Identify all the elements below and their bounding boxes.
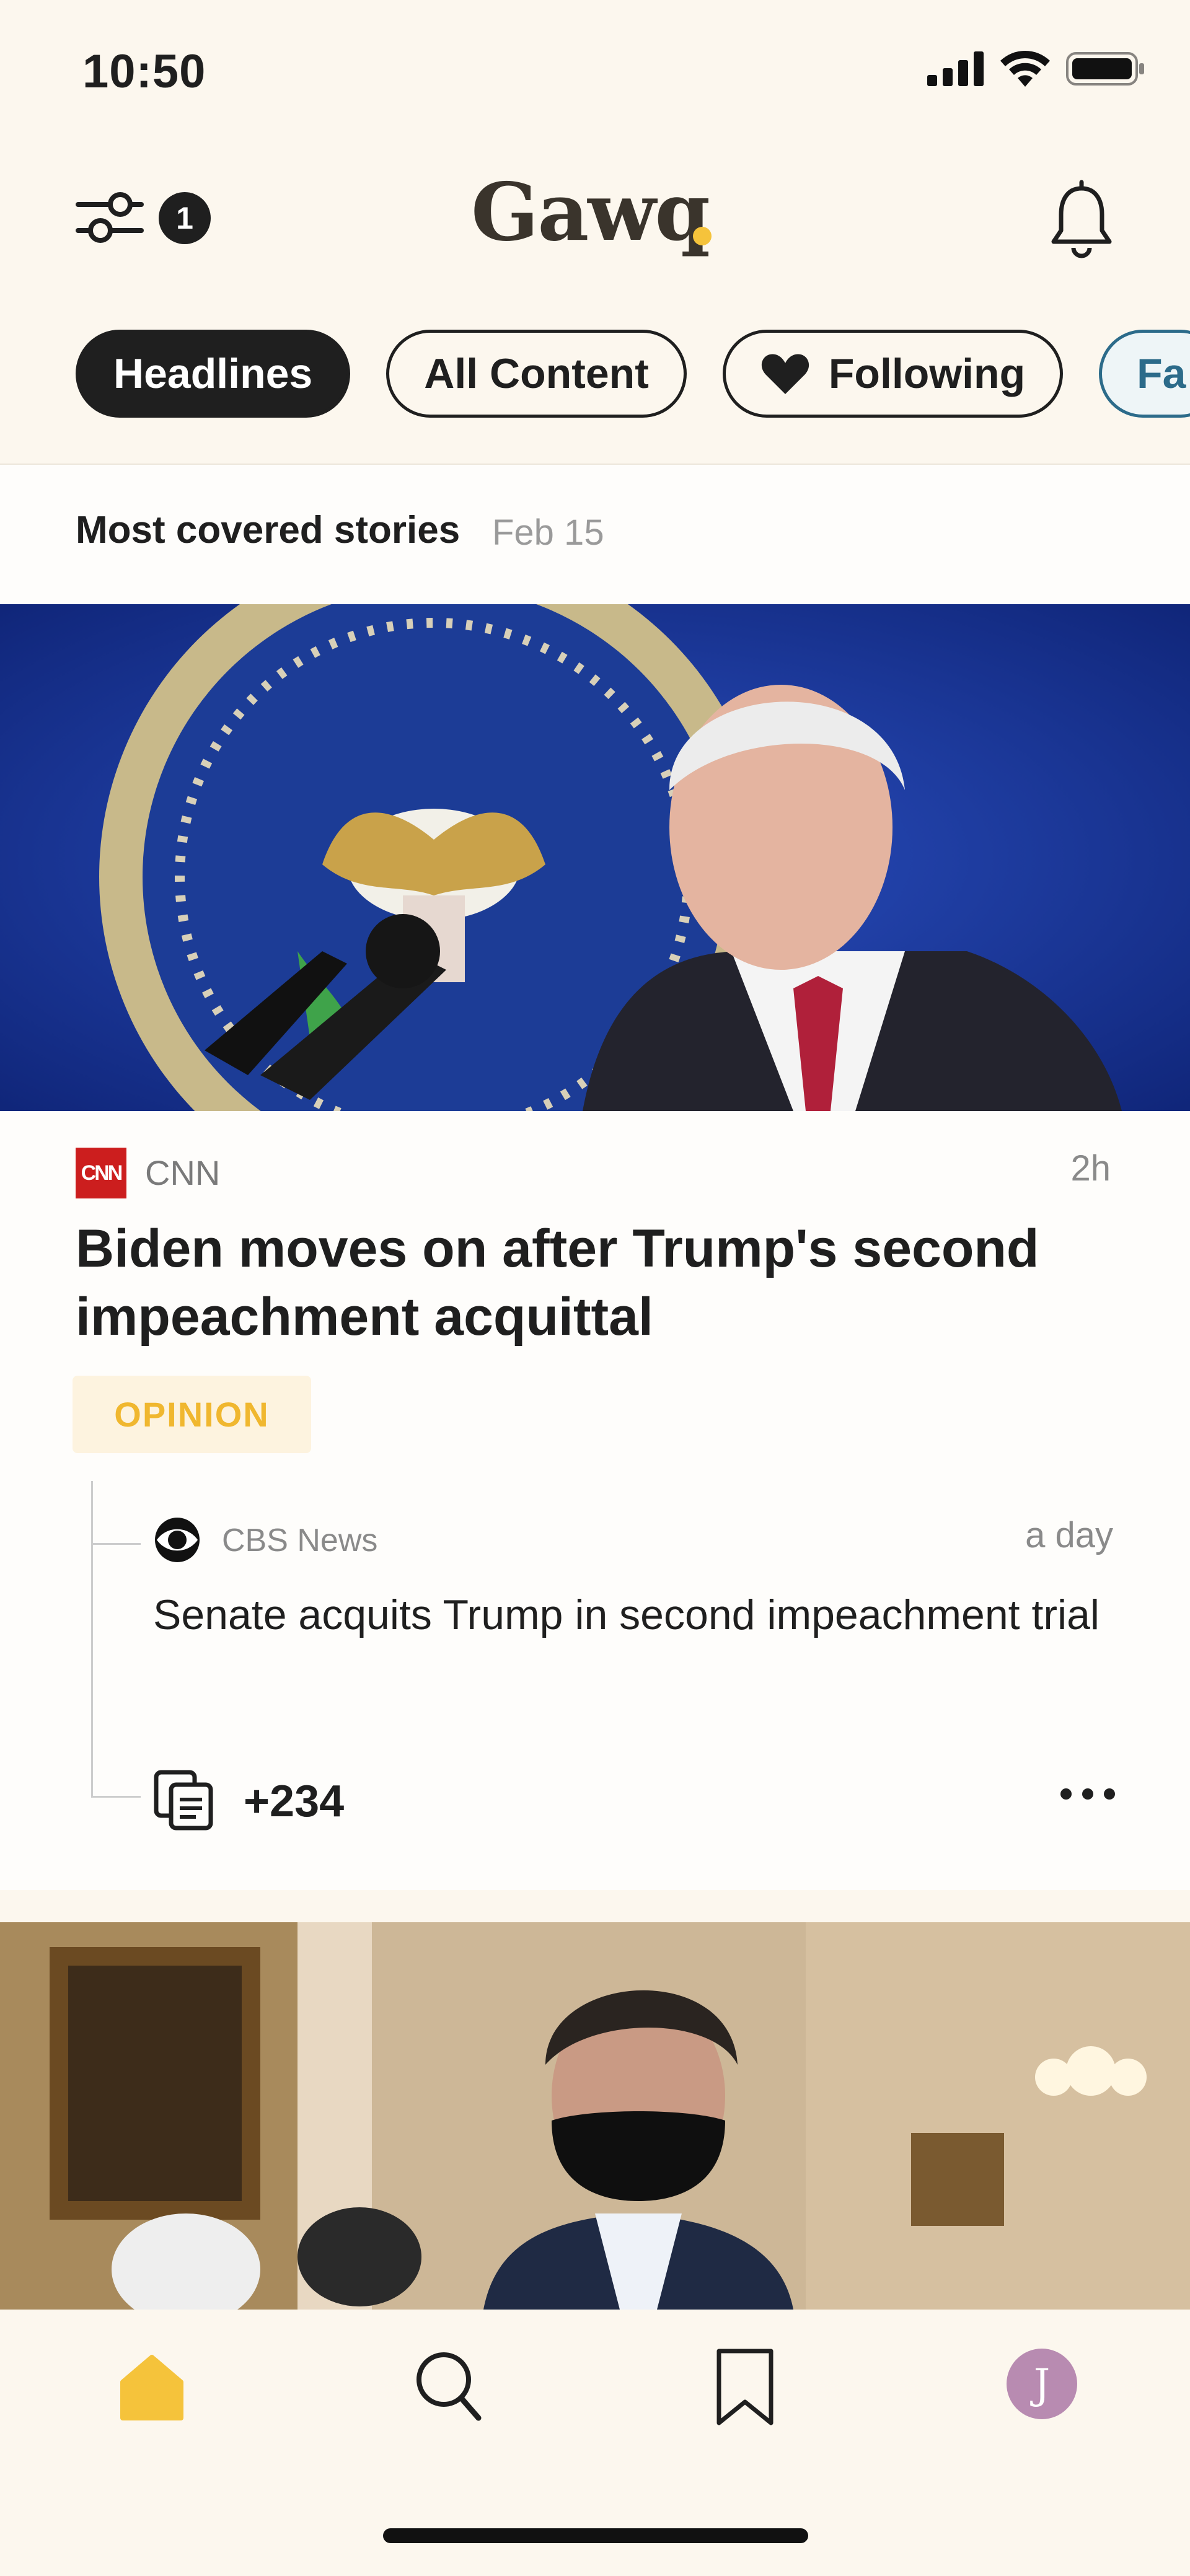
bell-icon[interactable] xyxy=(1047,180,1116,260)
tab-label: All Content xyxy=(424,350,649,397)
section-date: Feb 15 xyxy=(492,512,604,553)
logo-dot xyxy=(693,227,712,245)
tab-label: Headlines xyxy=(113,350,313,397)
sliders-icon[interactable] xyxy=(76,186,144,248)
related-source[interactable]: CBS News xyxy=(222,1522,377,1559)
home-icon[interactable] xyxy=(118,2354,186,2422)
status-icons xyxy=(927,51,1145,87)
tab-all-content[interactable]: All Content xyxy=(386,330,687,418)
story-image[interactable] xyxy=(0,604,1190,1111)
thread-branch xyxy=(91,1543,141,1545)
more-coverage-count[interactable]: +234 xyxy=(244,1776,344,1827)
story-headline[interactable]: Biden moves on after Trump's second impe… xyxy=(76,1215,1129,1351)
copy-icon[interactable] xyxy=(151,1767,216,1832)
cnn-logo: CNN xyxy=(76,1148,126,1198)
story-time: 2h xyxy=(1070,1148,1111,1189)
thread-branch xyxy=(91,1796,141,1798)
opinion-tag: OPINION xyxy=(73,1376,311,1453)
tab-label: Following xyxy=(828,350,1026,397)
tab-headlines[interactable]: Headlines xyxy=(76,330,351,418)
content-tabs: Headlines All Content Following Fa xyxy=(76,330,1190,418)
wifi-icon xyxy=(1000,51,1050,87)
battery-icon xyxy=(1066,52,1144,86)
story-photo xyxy=(0,604,1190,1111)
bookmark-icon[interactable] xyxy=(713,2347,777,2427)
story-photo-2 xyxy=(0,1922,1190,2310)
filter-count-badge: 1 xyxy=(159,192,211,244)
story-source[interactable]: CNN xyxy=(145,1153,220,1193)
tab-partial[interactable]: Fa xyxy=(1099,330,1190,418)
home-indicator[interactable] xyxy=(383,2528,808,2543)
story-image-2[interactable] xyxy=(0,1922,1190,2310)
tab-following[interactable]: Following xyxy=(722,330,1064,418)
status-time: 10:50 xyxy=(82,45,206,98)
thread-line xyxy=(91,1481,93,1797)
heart-icon xyxy=(761,354,809,394)
cbs-eye-logo xyxy=(155,1518,200,1562)
related-time: a day xyxy=(1025,1515,1113,1555)
signal-icon xyxy=(927,51,984,86)
related-headline[interactable]: Senate acquits Trump in second impeachme… xyxy=(153,1586,1120,1643)
tab-label: Fa xyxy=(1137,350,1186,397)
app-logo: Gawq xyxy=(471,166,710,259)
search-icon[interactable] xyxy=(414,2349,482,2423)
section-title: Most covered stories xyxy=(76,509,461,552)
avatar[interactable]: J xyxy=(1007,2349,1077,2419)
more-options-icon[interactable] xyxy=(1057,1785,1119,1803)
